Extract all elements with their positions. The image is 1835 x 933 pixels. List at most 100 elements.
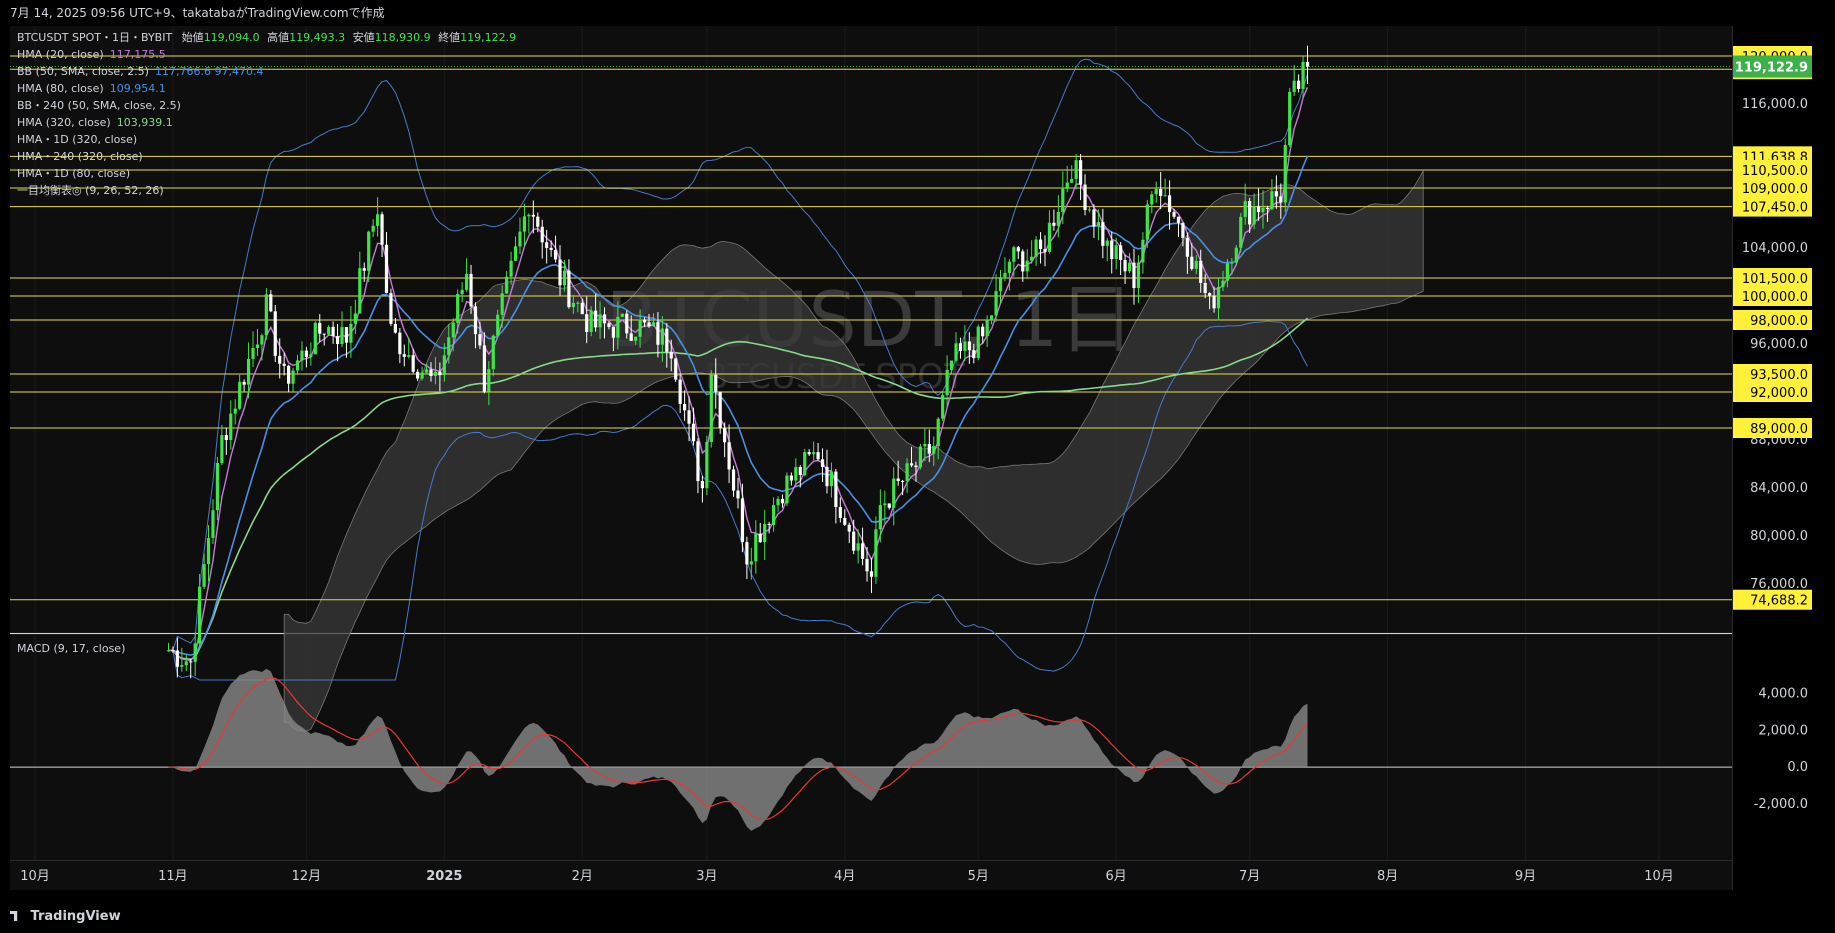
candle-body xyxy=(540,226,544,243)
candle-body xyxy=(598,314,602,328)
candle-body xyxy=(398,332,402,355)
candle-body xyxy=(1199,260,1203,283)
candle-body xyxy=(567,270,571,308)
candle-body xyxy=(304,350,309,357)
candle-body xyxy=(438,371,442,376)
candle-body xyxy=(238,381,242,409)
candle-body xyxy=(740,498,745,543)
candle-body xyxy=(642,319,647,323)
time-tick: 12月 xyxy=(292,869,322,884)
candle-body xyxy=(269,294,273,312)
candle-body xyxy=(545,242,549,248)
candle-body xyxy=(1190,256,1194,269)
legend-indicator: 一目均衡表◎ (9, 26, 52, 26) xyxy=(17,183,164,197)
candle-body xyxy=(731,469,736,491)
candle-body xyxy=(464,273,469,290)
candle-body xyxy=(282,363,286,366)
candle-body xyxy=(594,310,598,328)
candle-body xyxy=(780,498,785,504)
candle-body xyxy=(553,249,558,260)
macd-title: MACD (9, 17, close) xyxy=(17,642,125,655)
candle-body xyxy=(1297,80,1301,89)
candle-body xyxy=(500,293,504,315)
candle-body xyxy=(963,341,967,351)
candle-body xyxy=(807,452,811,455)
candle-body xyxy=(634,336,638,341)
candle-body xyxy=(1203,282,1207,294)
candle-body xyxy=(442,355,446,376)
candle-body xyxy=(856,543,860,551)
candle-body xyxy=(309,354,313,357)
candle-body xyxy=(625,313,629,334)
candle-body xyxy=(402,354,406,357)
candle-body xyxy=(1021,251,1025,272)
candle-body xyxy=(1154,188,1158,195)
tradingview-logo[interactable]: TradingView xyxy=(10,909,121,924)
candle-body xyxy=(860,543,865,559)
candle-body xyxy=(571,302,575,308)
candle-body xyxy=(700,481,704,489)
candle-body xyxy=(994,291,998,316)
candle-body xyxy=(754,533,758,562)
candle-body xyxy=(496,314,500,336)
candle-body xyxy=(990,315,994,321)
candle-body xyxy=(820,459,825,467)
price-tick: 84,000.0 xyxy=(1750,481,1808,496)
candle-body xyxy=(1230,262,1234,264)
candle-body xyxy=(985,320,989,337)
candle-body xyxy=(1274,191,1278,197)
candle-body xyxy=(892,478,896,508)
candle-body xyxy=(278,355,282,364)
candle-body xyxy=(300,350,304,361)
candle-body xyxy=(887,503,891,508)
candle-body xyxy=(1305,61,1310,67)
candle-body xyxy=(803,452,807,476)
candle-body xyxy=(1025,260,1029,272)
candle-body xyxy=(1034,239,1038,257)
legend-indicator: BB・240 (50, SMA, close, 2.5) xyxy=(17,99,181,112)
candle-body xyxy=(1110,240,1114,260)
candle-body xyxy=(1181,222,1185,238)
candle-body xyxy=(1047,222,1052,252)
candle-body xyxy=(1239,216,1243,248)
candle-body xyxy=(1078,160,1083,185)
candle-body xyxy=(1007,261,1011,273)
candle-body xyxy=(491,335,495,370)
candle-body xyxy=(589,310,593,332)
candle-body xyxy=(674,358,678,380)
candle-body xyxy=(175,650,179,667)
candle-body xyxy=(691,423,696,442)
time-tick: 10月 xyxy=(20,869,50,884)
candle-body xyxy=(749,561,753,565)
candle-body xyxy=(958,343,963,351)
candle-body xyxy=(1216,286,1221,309)
macd-tick: 4,000.0 xyxy=(1758,687,1808,702)
price-tick: 96,000.0 xyxy=(1750,337,1808,352)
candle-body xyxy=(1194,260,1198,269)
candle-body xyxy=(1234,247,1238,263)
candle-body xyxy=(549,247,553,250)
candle-body xyxy=(353,313,357,324)
candle-body xyxy=(1288,91,1292,146)
candle-body xyxy=(327,326,331,335)
chart-caption: 7月 14, 2025 09:56 UTC+9、takatabaがTrading… xyxy=(0,0,1835,26)
candle-body xyxy=(1043,249,1047,252)
chart-area[interactable]: BTCUSDT, 1日 BTCUSDT SPOT 116,000.0104,00… xyxy=(0,26,1835,900)
candle-body xyxy=(852,531,856,551)
legend-indicator: HMA・1D (320, close) xyxy=(17,133,137,146)
candle-body xyxy=(1225,263,1230,281)
candle-body xyxy=(1003,272,1007,278)
legend-indicator: HMA・1D (80, close) xyxy=(17,167,130,180)
time-tick: 6月 xyxy=(1106,869,1127,884)
candle-body xyxy=(233,408,237,414)
candle-body xyxy=(736,490,740,499)
candle-body xyxy=(531,214,535,217)
candle-body xyxy=(1136,262,1141,289)
candle-body xyxy=(767,524,771,526)
candle-body xyxy=(776,498,780,506)
candle-body xyxy=(522,216,527,232)
candle-body xyxy=(932,446,936,454)
candle-body xyxy=(1150,194,1154,205)
candle-body xyxy=(758,533,762,543)
candle-body xyxy=(211,510,215,538)
